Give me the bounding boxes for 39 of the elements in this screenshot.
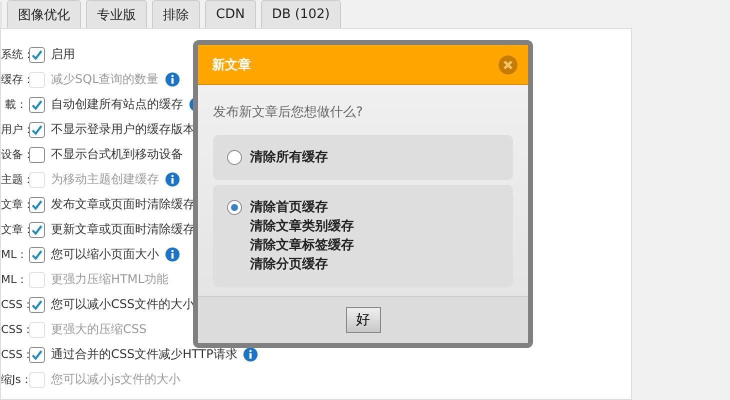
setting-label: CSS：	[1, 322, 27, 337]
setting-text: 减少SQL查询的数量	[51, 71, 159, 88]
setting-label: 缓存：	[1, 72, 27, 87]
option-label: 清除分页缓存	[250, 256, 329, 274]
setting-label: CSS：	[1, 297, 27, 312]
setting-text: 为移动主题创建缓存	[51, 171, 159, 188]
setting-label: 文章：	[1, 197, 27, 212]
setting-label: CSS：	[1, 347, 27, 362]
setting-label: 用户：	[1, 122, 27, 137]
setting-text: 更强大的压缩CSS	[51, 321, 147, 338]
tab[interactable]: 专业版	[86, 0, 147, 28]
setting-label: ML：	[1, 272, 27, 287]
option-label: 清除文章类别缓存	[250, 218, 354, 236]
tab[interactable]: 图像优化	[7, 0, 81, 28]
option-label: 清除首页缓存	[250, 199, 329, 217]
setting-label: ML：	[1, 247, 27, 262]
setting-text: 您可以缩小页面大小	[51, 246, 159, 263]
dialog-question: 发布新文章后您想做什么?	[213, 104, 364, 121]
option-label: 清除所有缓存	[250, 149, 328, 167]
setting-label: 載：	[4, 97, 27, 112]
option-label: 清除文章标签缓存	[250, 236, 354, 255]
setting-label: 设备：	[1, 147, 27, 162]
option-card[interactable]: 清除所有缓存	[213, 135, 513, 180]
setting-text: 更强力压缩HTML功能	[51, 271, 168, 288]
tab[interactable]: CDN	[205, 0, 256, 28]
setting-text: 启用	[51, 46, 75, 63]
tab[interactable]: 排除	[152, 0, 200, 28]
setting-label: 文章：	[1, 222, 27, 237]
dialog-title: 新文章	[212, 56, 251, 74]
setting-text: 不显示台式机到移动设备	[51, 146, 183, 163]
tab[interactable]: DB (102)	[260, 0, 341, 28]
setting-label: 缩Js：	[1, 372, 27, 387]
setting-label: 主题：	[1, 172, 27, 187]
ok-button[interactable]: 好	[346, 307, 380, 333]
setting-label: 系统：	[1, 47, 27, 62]
setting-text: 您可以减小js文件的大小	[51, 371, 181, 388]
setting-text: 通过合并的CSS文件减少HTTP请求	[51, 346, 238, 363]
setting-text: 自动创建所有站点的缓存	[51, 96, 183, 113]
option-card[interactable]: 清除首页缓存 清除文章类别缓存 清除文章标签缓存 清除分页缓存	[213, 185, 513, 287]
